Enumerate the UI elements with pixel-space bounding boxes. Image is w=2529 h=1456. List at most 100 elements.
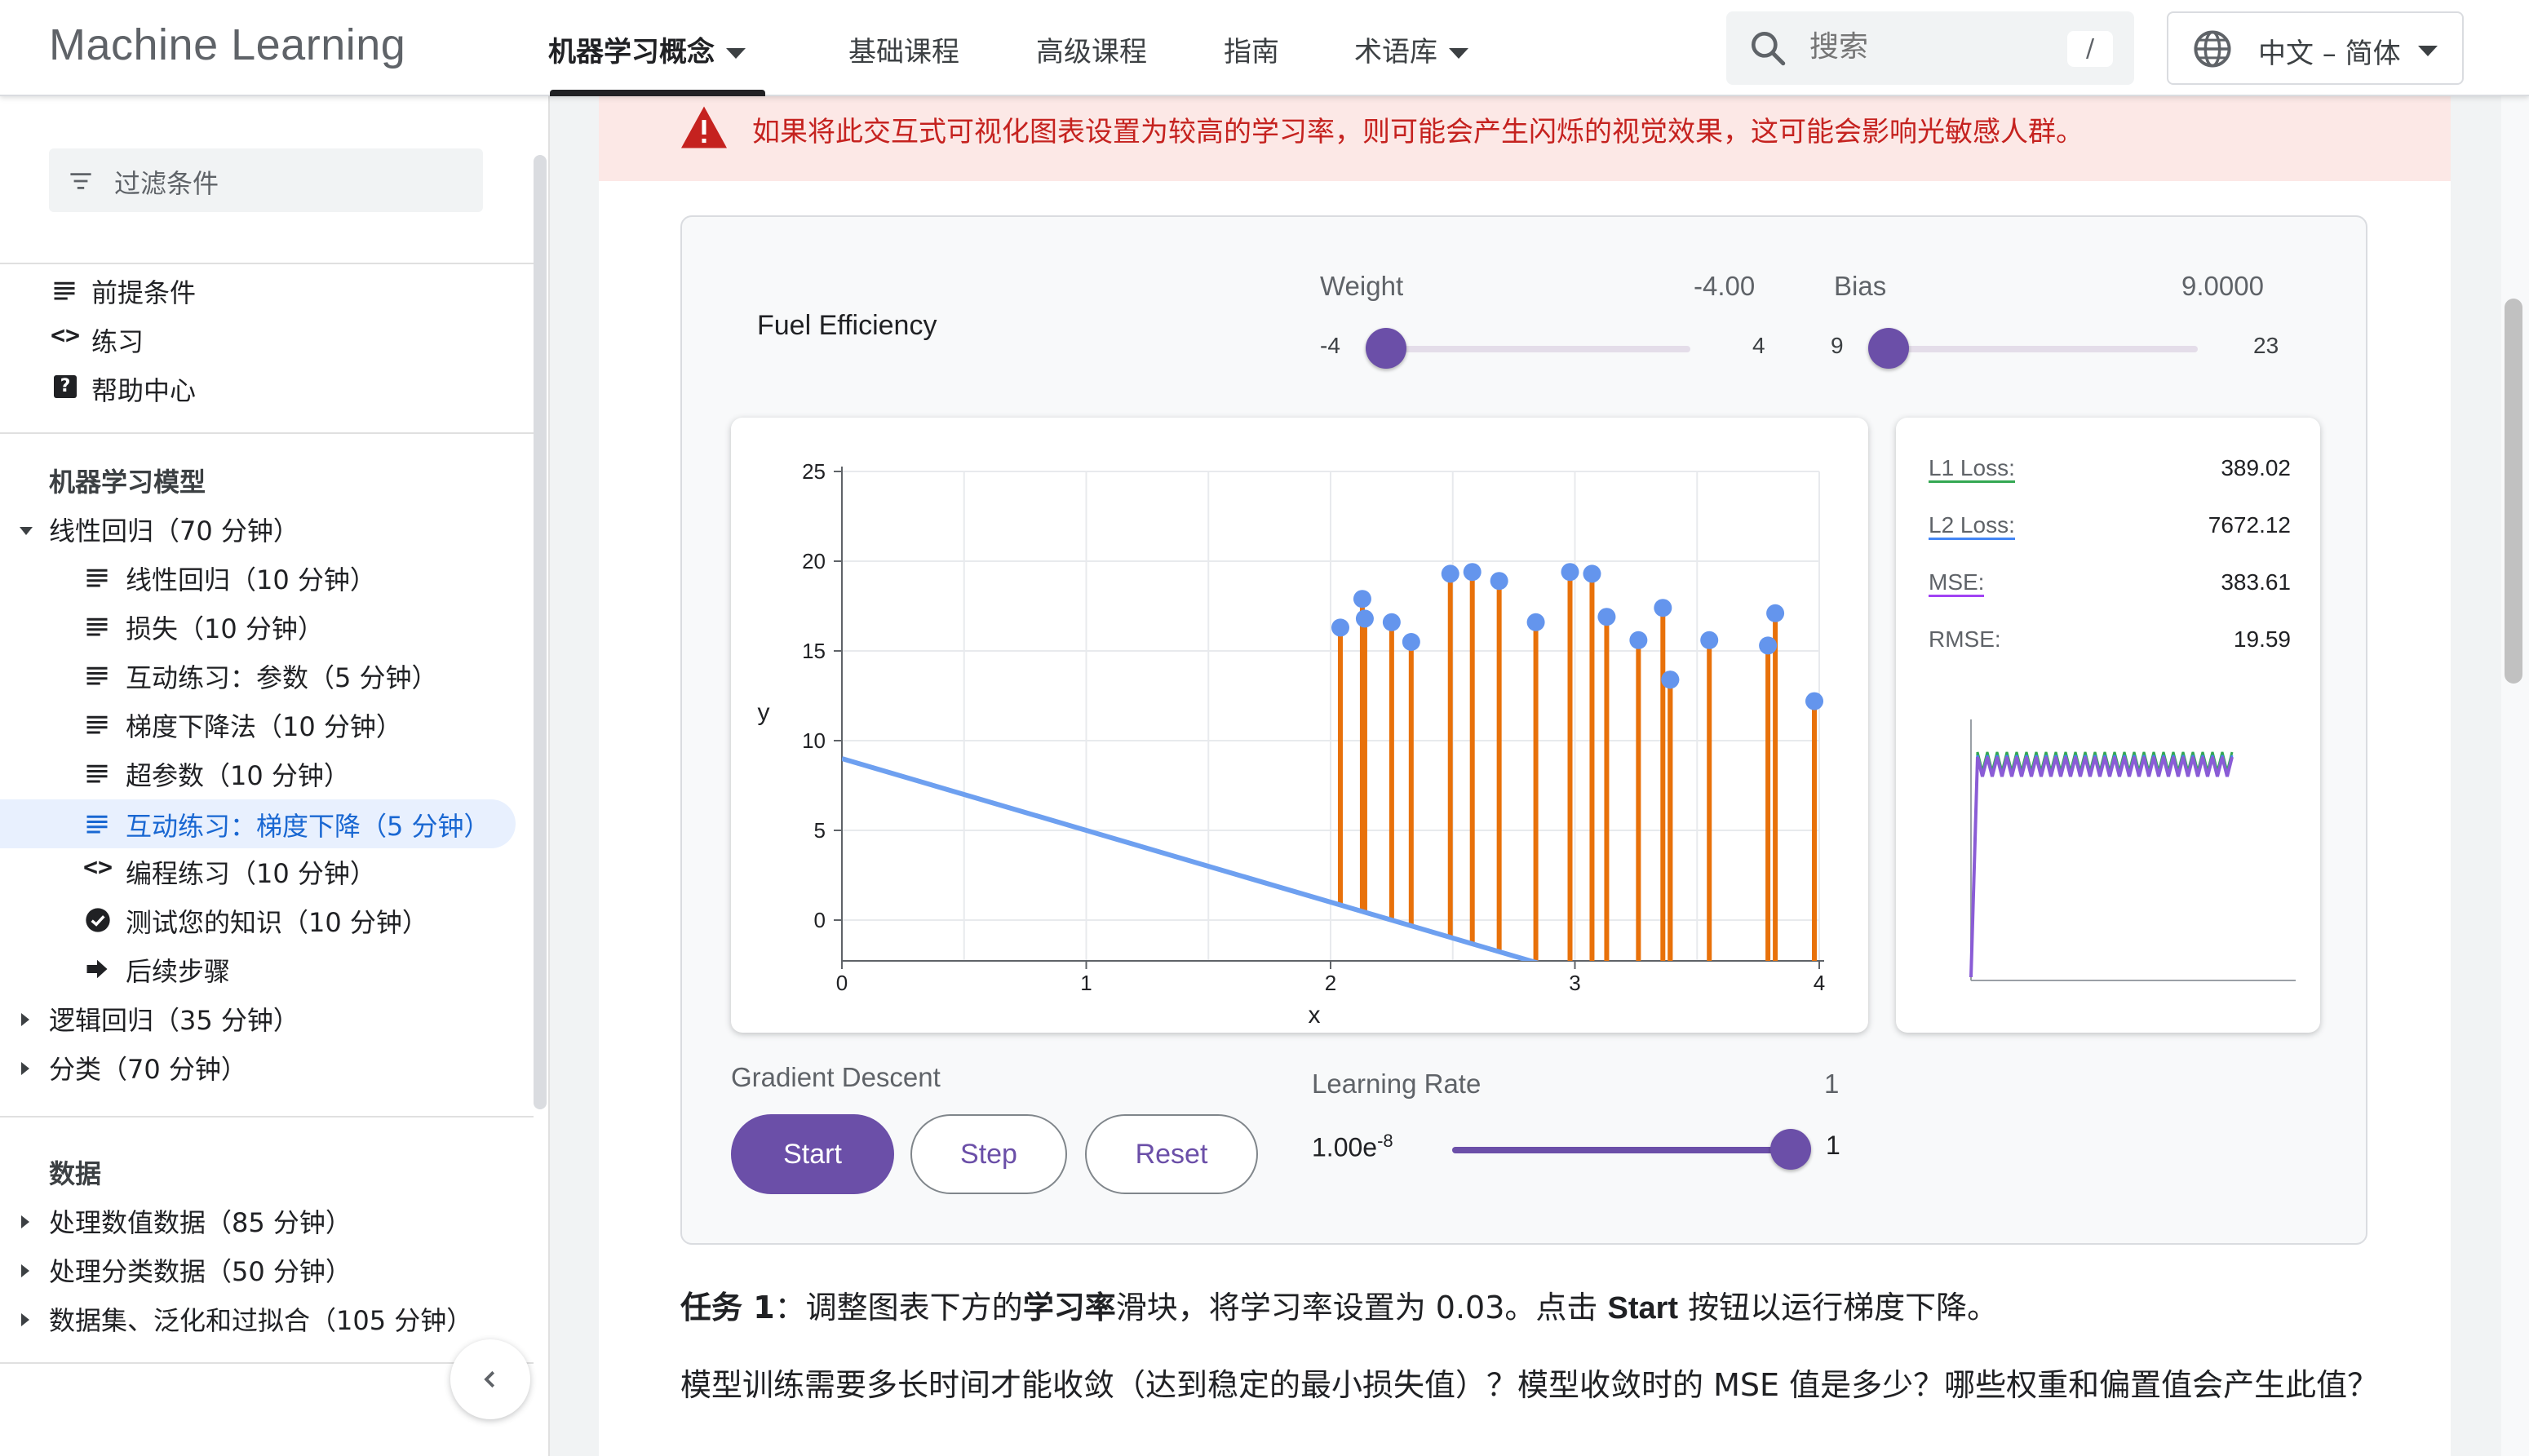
task-emphasis-start: Start (1607, 1291, 1679, 1325)
bias-value: 9.0000 (2181, 271, 2264, 301)
sidebar-group-label: 处理分类数据（50 分钟） (49, 1256, 352, 1287)
question-paragraph: 模型训练需要多长时间才能收敛（达到稳定的最小损失值）？模型收敛时的 MSE 值是… (680, 1367, 2379, 1403)
site-brand[interactable]: Machine Learning (49, 20, 405, 70)
sidebar-group-label: 逻辑回归（35 分钟） (49, 1005, 299, 1036)
chart-data-point (1629, 631, 1648, 649)
chart-data-point (1561, 563, 1579, 582)
sidebar-group-label: 分类（70 分钟） (49, 1054, 247, 1085)
learning-rate-slider-track[interactable] (1452, 1147, 1787, 1153)
chevron-left-icon (484, 1370, 495, 1388)
chart-y-tick-label: 25 (802, 459, 826, 484)
language-selector[interactable]: 中文 – 简体 (2167, 11, 2464, 85)
collapse-sidebar-button[interactable] (450, 1339, 530, 1419)
bias-slider-thumb[interactable] (1868, 328, 1909, 369)
sidebar-divider (0, 1116, 534, 1117)
caret-right-icon (21, 1215, 29, 1228)
page-scrollbar[interactable] (2501, 0, 2529, 1456)
sidebar-divider (0, 432, 534, 434)
arrow-right-icon (86, 959, 108, 979)
learning-rate-min-exponent: -8 (1377, 1131, 1393, 1151)
step-button[interactable]: Step (910, 1114, 1067, 1194)
chart-x-tick-label: 1 (1080, 971, 1092, 995)
sidebar-scrollbar[interactable] (534, 155, 547, 1109)
check-circle-icon (86, 908, 110, 932)
search-icon (1752, 32, 1786, 66)
globe-icon (2194, 30, 2231, 68)
l2-loss-label: L2 Loss: (1929, 512, 2015, 540)
warning-icon (681, 106, 727, 148)
mse-label: MSE: (1929, 569, 1985, 597)
caret-right-icon (21, 1013, 29, 1026)
search-input[interactable] (1808, 29, 2023, 64)
chart-data-point (1331, 618, 1349, 637)
rmse-value: 19.59 (2233, 626, 2291, 652)
chart-data-point (1382, 613, 1401, 631)
task-emphasis-learning-rate: 学习率 (1022, 1290, 1116, 1325)
caret-right-icon (21, 1264, 29, 1277)
caret-right-icon (21, 1313, 29, 1326)
chart-data-point (1759, 636, 1778, 655)
weight-label: Weight (1320, 271, 1404, 301)
weight-max: 4 (1752, 333, 1765, 358)
document-lines-icon (86, 764, 108, 783)
l1-loss-value: 389.02 (2221, 455, 2291, 480)
language-label: 中文 – 简体 (2258, 38, 2401, 70)
document-lines-icon (86, 666, 108, 685)
scatter-chart[interactable]: 0 5 10 15 20 25 0 1 2 3 4 x y (731, 418, 1868, 1033)
nav-tab-glossary[interactable]: 术语库 (1354, 29, 1468, 69)
chart-data-point (1805, 692, 1824, 710)
chart-data-point (1654, 599, 1672, 617)
caret-right-icon (21, 1062, 29, 1075)
learning-rate-slider-thumb[interactable] (1770, 1129, 1811, 1170)
sidebar-item-label: 后续步骤 (126, 956, 231, 987)
task-text: 按钮以运行梯度下降。 (1678, 1290, 1999, 1325)
task-label: 任务 1 (680, 1290, 775, 1325)
chart-data-point (1463, 563, 1482, 582)
chevron-down-icon (726, 48, 746, 59)
l1-loss-curve (1969, 751, 2234, 973)
chart-data-point (1583, 564, 1601, 583)
code-icon: <> (51, 321, 81, 350)
filter-icon (70, 173, 91, 189)
chart-data-point (1597, 608, 1616, 626)
chevron-down-icon (2418, 46, 2438, 56)
filter-box[interactable]: 过滤条件 (49, 148, 483, 212)
nav-tab-advanced[interactable]: 高级课程 (1036, 29, 1147, 69)
sidebar-item-label: 编程练习（10 分钟） (126, 858, 376, 889)
sidebar-divider (0, 263, 534, 264)
loss-card: L1 Loss: 389.02 L2 Loss: 7672.12 MSE: 38… (1896, 418, 2320, 1033)
sidebar-item-label: 互动练习：参数（5 分钟） (126, 662, 438, 693)
nav-tab-ml-concepts[interactable]: 机器学习概念 (548, 29, 746, 69)
filter-input[interactable]: 过滤条件 (114, 163, 219, 201)
nav-tab-guides[interactable]: 指南 (1224, 29, 1279, 69)
page-scrollbar-thumb[interactable] (2505, 299, 2522, 684)
chart-data-point (1700, 631, 1719, 649)
search-shortcut-key: / (2067, 31, 2113, 67)
nav-tab-foundational[interactable]: 基础课程 (848, 29, 959, 69)
start-button[interactable]: Start (731, 1114, 894, 1194)
task-text: ：调整图表下方的 (774, 1290, 1023, 1325)
bias-slider-track[interactable] (1888, 346, 2198, 352)
search-box[interactable]: / (1726, 11, 2134, 85)
sidebar-section-heading: 数据 (49, 1158, 102, 1189)
chart-y-tick-label: 20 (802, 549, 826, 573)
chart-x-tick-label: 3 (1569, 971, 1580, 995)
dataset-title: Fuel Efficiency (757, 310, 937, 341)
chart-data-point (1766, 604, 1785, 622)
document-lines-icon (86, 715, 108, 734)
nav-tab-label: 机器学习概念 (548, 36, 715, 69)
bias-max: 23 (2253, 333, 2279, 358)
sidebar-item-label: 损失（10 分钟） (126, 613, 324, 644)
l1-loss-label: L1 Loss: (1929, 455, 2015, 483)
weight-slider-track[interactable] (1385, 346, 1690, 352)
chart-y-tick-label: 15 (802, 639, 826, 663)
weight-slider-thumb[interactable] (1366, 328, 1406, 369)
help-icon: ? (54, 375, 77, 398)
reset-button[interactable]: Reset (1085, 1114, 1258, 1194)
gradient-descent-title: Gradient Descent (731, 1062, 941, 1092)
nav-tab-label: 术语库 (1354, 36, 1437, 69)
chart-data-point (1490, 572, 1508, 591)
mse-loss-curve (1969, 756, 2234, 978)
l2-loss-curve (1969, 755, 2234, 976)
learning-rate-value: 1 (1824, 1069, 1840, 1099)
